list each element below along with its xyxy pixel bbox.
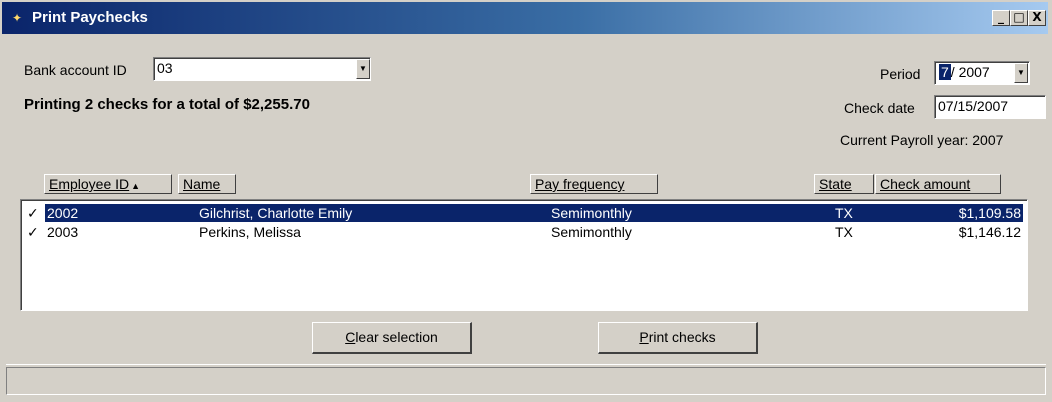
minimize-button[interactable]: _ <box>992 10 1010 26</box>
name-header-label: Name <box>183 176 221 192</box>
chevron-down-icon: ▼ <box>1017 68 1025 77</box>
close-icon: X <box>1032 10 1042 24</box>
table-row[interactable]: ✓ 2003 Perkins, Melissa Semimonthly TX $… <box>23 223 1021 241</box>
clear-selection-label: Clear selection <box>345 329 438 345</box>
pay-frequency-cell: Semimonthly <box>551 224 632 240</box>
column-header-check-amount[interactable]: Check amount <box>875 174 1001 194</box>
paycheck-list[interactable]: ✓ 2002 Gilchrist, Charlotte Emily Semimo… <box>20 199 1028 311</box>
check-amount-cell: $1,109.58 <box>958 205 1021 221</box>
check-date-value: 07/15/2007 <box>938 98 1009 114</box>
name-cell: Perkins, Melissa <box>199 224 301 240</box>
bank-account-label: Bank account ID <box>24 62 127 78</box>
state-cell: TX <box>835 205 853 221</box>
maximize-button[interactable]: □ <box>1010 10 1028 26</box>
employee-id-header-label: Employee ID <box>49 176 130 192</box>
minimize-icon: _ <box>998 10 1004 24</box>
state-header-label: State <box>819 176 852 192</box>
period-month[interactable]: 7 <box>939 64 951 80</box>
print-summary: Printing 2 checks for a total of $2,255.… <box>24 96 310 113</box>
check-date-field[interactable]: 07/15/2007 <box>934 95 1046 119</box>
column-header-name[interactable]: Name <box>178 174 236 194</box>
column-header-employee-id[interactable]: Employee ID ▲ <box>44 174 172 194</box>
close-button[interactable]: X <box>1028 10 1046 26</box>
sort-ascending-icon: ▲ <box>131 181 141 191</box>
table-row[interactable]: ✓ 2002 Gilchrist, Charlotte Emily Semimo… <box>23 204 1023 222</box>
status-bar <box>6 367 1046 395</box>
title-bar[interactable]: ✦ Print Paychecks _ □ X <box>2 2 1048 34</box>
bank-account-dropdown-button[interactable]: ▼ <box>356 59 370 79</box>
employee-id-cell: 2003 <box>47 224 79 240</box>
name-cell: Gilchrist, Charlotte Emily <box>199 205 353 221</box>
window-title: Print Paychecks <box>32 9 148 26</box>
app-icon: ✦ <box>12 11 23 25</box>
print-checks-button[interactable]: Print checks <box>598 322 758 354</box>
period-separator: / <box>950 64 955 80</box>
clear-selection-button[interactable]: Clear selection <box>312 322 472 354</box>
period-label: Period <box>880 66 921 82</box>
print-checks-label: Print checks <box>639 329 716 345</box>
current-payroll-year: Current Payroll year: 2007 <box>840 132 1004 148</box>
employee-id-cell: 2002 <box>47 205 79 221</box>
check-mark-icon[interactable]: ✓ <box>27 223 39 241</box>
row-selection-highlight: 2002 Gilchrist, Charlotte Emily Semimont… <box>45 204 1023 222</box>
pay-frequency-cell: Semimonthly <box>551 205 632 221</box>
column-header-pay-frequency[interactable]: Pay frequency <box>530 174 658 194</box>
bank-account-value: 03 <box>157 60 173 76</box>
chevron-down-icon: ▼ <box>359 64 367 73</box>
column-header-state[interactable]: State <box>814 174 874 194</box>
check-amount-cell: $1,146.12 <box>958 224 1021 240</box>
check-mark-icon[interactable]: ✓ <box>27 204 39 222</box>
pay-frequency-header-label: Pay frequency <box>535 176 625 192</box>
bank-account-select[interactable]: 03 <box>153 57 371 81</box>
period-dropdown-button[interactable]: ▼ <box>1014 63 1028 83</box>
check-date-label: Check date <box>844 100 915 116</box>
maximize-icon: □ <box>1013 10 1025 24</box>
period-year[interactable]: 2007 <box>959 64 990 80</box>
separator <box>6 364 1046 365</box>
state-cell: TX <box>835 224 853 240</box>
row-content: 2003 Perkins, Melissa Semimonthly TX $1,… <box>45 223 1023 241</box>
print-paychecks-window: ✦ Print Paychecks _ □ X Bank account ID … <box>0 0 1052 402</box>
check-amount-header-label: Check amount <box>880 176 971 192</box>
